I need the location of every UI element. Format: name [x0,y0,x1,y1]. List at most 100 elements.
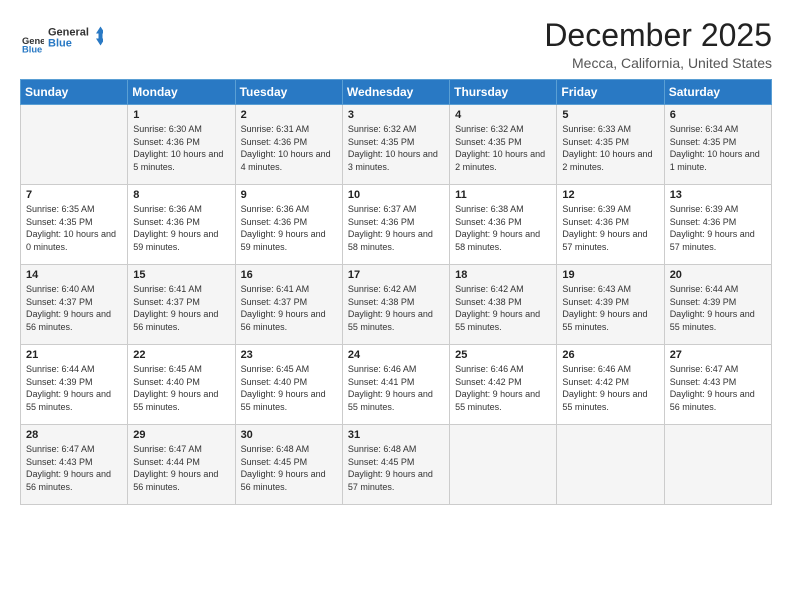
table-row: 6Sunrise: 6:34 AMSunset: 4:35 PMDaylight… [664,105,771,185]
day-number: 30 [241,429,337,441]
day-info: Sunrise: 6:30 AMSunset: 4:36 PMDaylight:… [133,123,229,173]
calendar-table: Sunday Monday Tuesday Wednesday Thursday… [20,79,772,505]
calendar-title: December 2025 [544,18,772,53]
table-row: 15Sunrise: 6:41 AMSunset: 4:37 PMDayligh… [128,265,235,345]
day-number: 29 [133,429,229,441]
calendar-week-5: 28 Sunrise: 6:47 AMSunset: 4:43 PMDayligh… [21,425,772,505]
day-info: Sunrise: 6:47 AMSunset: 4:43 PMDaylight:… [26,443,122,493]
day-info: Sunrise: 6:39 AMSunset: 4:36 PMDaylight:… [562,203,658,253]
day-number: 25 [455,349,551,361]
day-number: 28 [26,429,122,441]
day-info: Sunrise: 6:38 AMSunset: 4:36 PMDaylight:… [455,203,551,253]
day-number: 8 [133,189,229,201]
table-row [557,425,664,505]
logo-icon: General Blue [22,34,44,56]
day-number: 17 [348,269,444,281]
table-row: 29Sunrise: 6:47 AMSunset: 4:44 PMDayligh… [128,425,235,505]
day-number: 6 [670,109,766,121]
table-row: 28 Sunrise: 6:47 AMSunset: 4:43 PMDayligh… [21,425,128,505]
col-thursday: Thursday [450,80,557,105]
day-number: 31 [348,429,444,441]
table-row: 30 Sunrise: 6:48 AMSunset: 4:45 PMDayligh… [235,425,342,505]
col-tuesday: Tuesday [235,80,342,105]
day-info: Sunrise: 6:36 AMSunset: 4:36 PMDaylight:… [133,203,229,253]
table-row: 23Sunrise: 6:45 AMSunset: 4:40 PMDayligh… [235,345,342,425]
day-number: 21 [26,349,122,361]
day-info: Sunrise: 6:46 AMSunset: 4:42 PMDaylight:… [455,363,551,413]
day-info: Sunrise: 6:31 AMSunset: 4:36 PMDaylight:… [241,123,337,173]
day-number: 12 [562,189,658,201]
table-row: 9 Sunrise: 6:36 AMSunset: 4:36 PMDaylight… [235,185,342,265]
table-row [21,105,128,185]
calendar-week-3: 14 Sunrise: 6:40 AMSunset: 4:37 PMDayligh… [21,265,772,345]
col-sunday: Sunday [21,80,128,105]
day-info: Sunrise: 6:47 AMSunset: 4:43 PMDaylight:… [670,363,766,413]
table-row: 3 Sunrise: 6:32 AMSunset: 4:35 PMDaylight… [342,105,449,185]
day-info: Sunrise: 6:40 AMSunset: 4:37 PMDaylight:… [26,283,122,333]
day-number: 24 [348,349,444,361]
day-number: 20 [670,269,766,281]
day-info: Sunrise: 6:46 AMSunset: 4:41 PMDaylight:… [348,363,444,413]
day-info: Sunrise: 6:32 AMSunset: 4:35 PMDaylight:… [455,123,551,173]
day-info: Sunrise: 6:44 AMSunset: 4:39 PMDaylight:… [26,363,122,413]
day-number: 14 [26,269,122,281]
day-number: 7 [26,189,122,201]
logo: General Blue General Blue [20,18,103,61]
day-info: Sunrise: 6:48 AMSunset: 4:45 PMDaylight:… [241,443,337,493]
table-row: 27 Sunrise: 6:47 AMSunset: 4:43 PMDayligh… [664,345,771,425]
day-info: Sunrise: 6:39 AMSunset: 4:36 PMDaylight:… [670,203,766,253]
table-row: 22 Sunrise: 6:45 AMSunset: 4:40 PMDayligh… [128,345,235,425]
day-info: Sunrise: 6:41 AMSunset: 4:37 PMDaylight:… [241,283,337,333]
col-saturday: Saturday [664,80,771,105]
calendar-week-1: 1 Sunrise: 6:30 AMSunset: 4:36 PMDaylight… [21,105,772,185]
table-row: 31 Sunrise: 6:48 AMSunset: 4:45 PMDayligh… [342,425,449,505]
day-number: 10 [348,189,444,201]
col-monday: Monday [128,80,235,105]
svg-text:General: General [48,27,89,39]
table-row: 8 Sunrise: 6:36 AMSunset: 4:36 PMDaylight… [128,185,235,265]
day-number: 5 [562,109,658,121]
table-row: 10 Sunrise: 6:37 AMSunset: 4:36 PMDayligh… [342,185,449,265]
day-number: 23 [241,349,337,361]
col-friday: Friday [557,80,664,105]
day-info: Sunrise: 6:37 AMSunset: 4:36 PMDaylight:… [348,203,444,253]
table-row: 4 Sunrise: 6:32 AMSunset: 4:35 PMDaylight… [450,105,557,185]
table-row: 24 Sunrise: 6:46 AMSunset: 4:41 PMDayligh… [342,345,449,425]
table-row: 1 Sunrise: 6:30 AMSunset: 4:36 PMDaylight… [128,105,235,185]
page: General Blue General Blue December 2025 … [0,0,792,612]
day-number: 9 [241,189,337,201]
day-number: 26 [562,349,658,361]
day-info: Sunrise: 6:35 AMSunset: 4:35 PMDaylight:… [26,203,122,253]
table-row: 13Sunrise: 6:39 AMSunset: 4:36 PMDayligh… [664,185,771,265]
day-info: Sunrise: 6:43 AMSunset: 4:39 PMDaylight:… [562,283,658,333]
table-row: 21 Sunrise: 6:44 AMSunset: 4:39 PMDayligh… [21,345,128,425]
day-info: Sunrise: 6:46 AMSunset: 4:42 PMDaylight:… [562,363,658,413]
day-number: 1 [133,109,229,121]
table-row: 25 Sunrise: 6:46 AMSunset: 4:42 PMDayligh… [450,345,557,425]
table-row: 2Sunrise: 6:31 AMSunset: 4:36 PMDaylight… [235,105,342,185]
day-number: 4 [455,109,551,121]
table-row: 5 Sunrise: 6:33 AMSunset: 4:35 PMDaylight… [557,105,664,185]
day-info: Sunrise: 6:33 AMSunset: 4:35 PMDaylight:… [562,123,658,173]
table-row [450,425,557,505]
calendar-subtitle: Mecca, California, United States [544,55,772,71]
svg-text:Blue: Blue [22,45,42,55]
title-area: December 2025 Mecca, California, United … [544,18,772,71]
calendar-week-4: 21 Sunrise: 6:44 AMSunset: 4:39 PMDayligh… [21,345,772,425]
day-info: Sunrise: 6:48 AMSunset: 4:45 PMDaylight:… [348,443,444,493]
calendar-week-2: 7 Sunrise: 6:35 AMSunset: 4:35 PMDaylight… [21,185,772,265]
day-info: Sunrise: 6:32 AMSunset: 4:35 PMDaylight:… [348,123,444,173]
day-number: 22 [133,349,229,361]
day-info: Sunrise: 6:45 AMSunset: 4:40 PMDaylight:… [133,363,229,413]
day-number: 3 [348,109,444,121]
day-number: 27 [670,349,766,361]
day-info: Sunrise: 6:36 AMSunset: 4:36 PMDaylight:… [241,203,337,253]
day-info: Sunrise: 6:44 AMSunset: 4:39 PMDaylight:… [670,283,766,333]
day-number: 11 [455,189,551,201]
table-row: 17 Sunrise: 6:42 AMSunset: 4:38 PMDayligh… [342,265,449,345]
day-number: 15 [133,269,229,281]
table-row: 20 Sunrise: 6:44 AMSunset: 4:39 PMDayligh… [664,265,771,345]
header-row: Sunday Monday Tuesday Wednesday Thursday… [21,80,772,105]
day-info: Sunrise: 6:42 AMSunset: 4:38 PMDaylight:… [348,283,444,333]
table-row: 12 Sunrise: 6:39 AMSunset: 4:36 PMDayligh… [557,185,664,265]
